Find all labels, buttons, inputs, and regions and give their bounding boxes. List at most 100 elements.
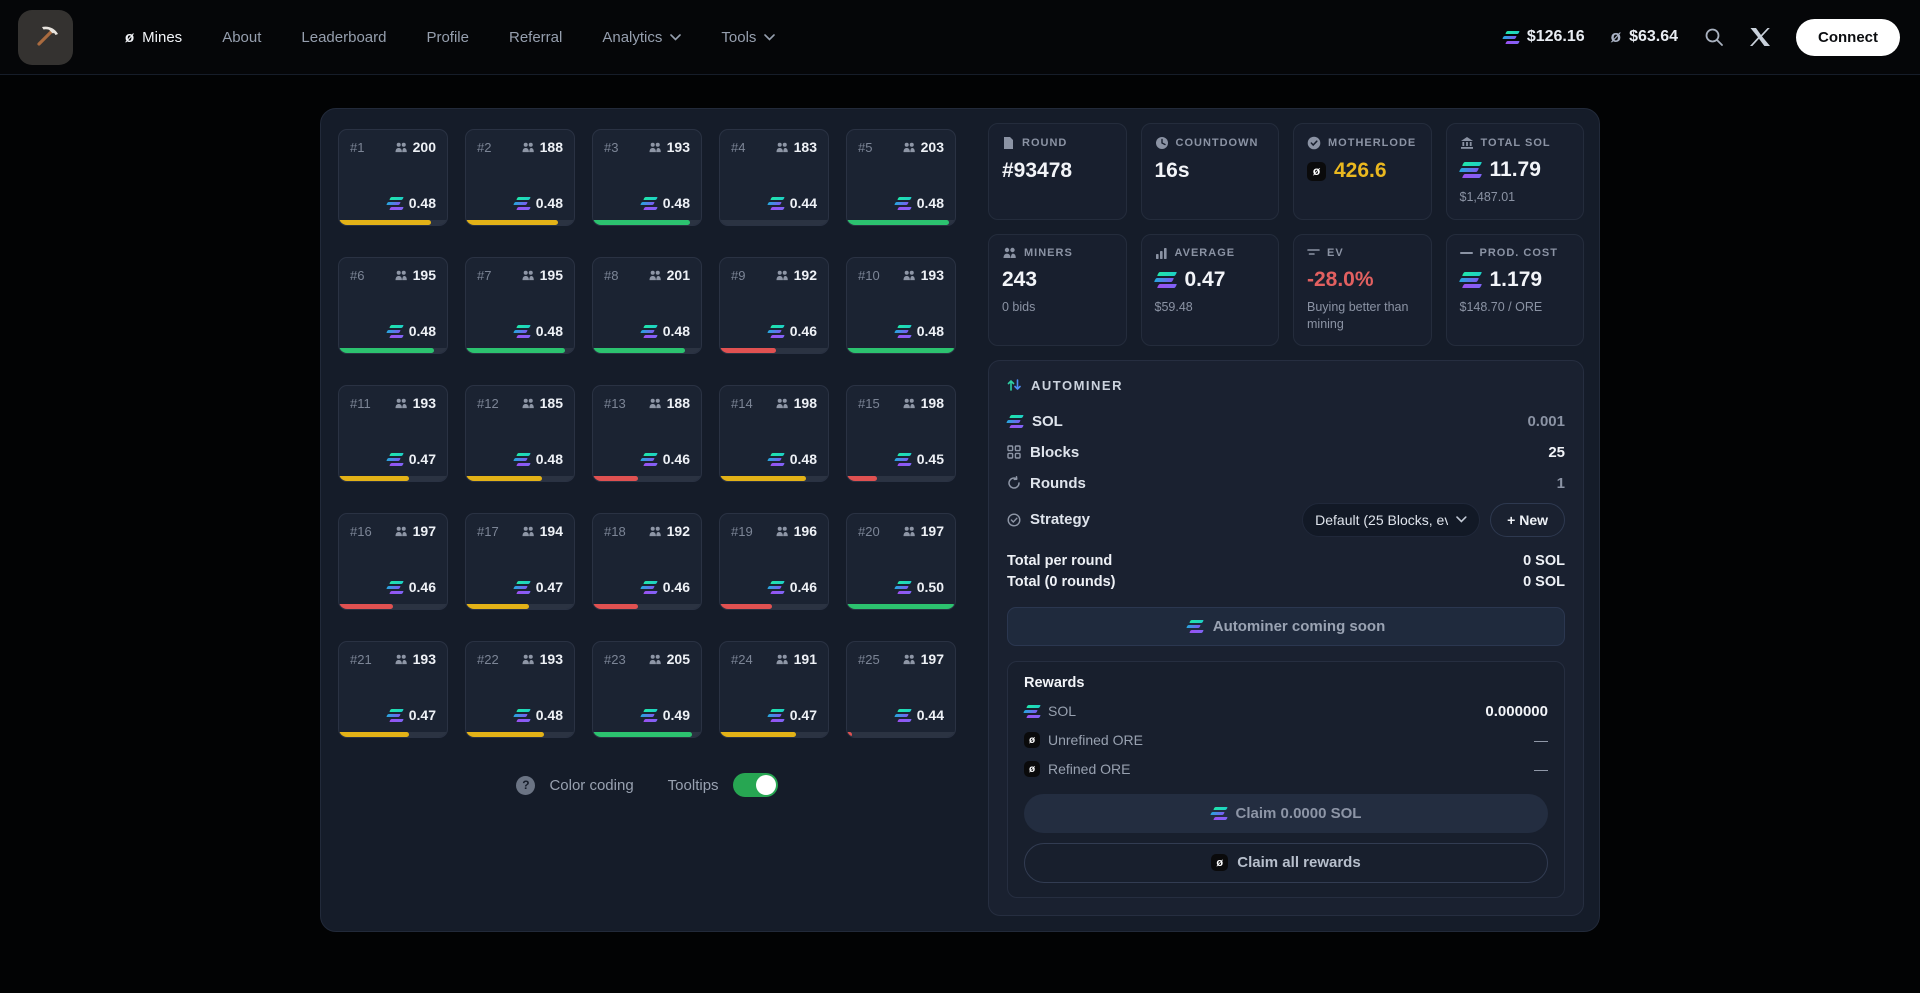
mine-card[interactable]: #241910.47 bbox=[719, 641, 829, 738]
people-icon bbox=[521, 654, 535, 665]
mine-id: #1 bbox=[350, 140, 364, 155]
mine-sol-value: 0.48 bbox=[514, 451, 563, 467]
solana-icon bbox=[387, 581, 403, 594]
mine-id: #19 bbox=[731, 524, 753, 539]
mine-card[interactable]: #12000.48 bbox=[338, 129, 448, 226]
mine-card[interactable]: #232050.49 bbox=[592, 641, 702, 738]
tooltips-label: Tooltips bbox=[668, 777, 719, 794]
people-icon bbox=[775, 526, 789, 537]
connect-button[interactable]: Connect bbox=[1796, 19, 1900, 56]
claim-all-rewards-button[interactable]: ø Claim all rewards bbox=[1024, 843, 1548, 883]
solana-icon bbox=[514, 581, 530, 594]
mine-id: #24 bbox=[731, 652, 753, 667]
mine-miners-count: 197 bbox=[902, 651, 944, 667]
document-icon bbox=[1002, 136, 1015, 150]
mine-id: #10 bbox=[858, 268, 880, 283]
stat-card-motherlode: MOTHERLODE ø 426.6 bbox=[1293, 123, 1432, 220]
tooltips-toggle[interactable] bbox=[733, 773, 778, 797]
mine-card[interactable]: #141980.48 bbox=[719, 385, 829, 482]
mine-card[interactable]: #121850.48 bbox=[465, 385, 575, 482]
autominer-blocks-value[interactable]: 25 bbox=[1548, 444, 1565, 461]
search-icon[interactable] bbox=[1704, 27, 1724, 47]
mine-card[interactable]: #111930.47 bbox=[338, 385, 448, 482]
mine-card[interactable]: #161970.46 bbox=[338, 513, 448, 610]
autominer-panel: AUTOMINER SOL 0.001 Blocks bbox=[988, 360, 1584, 916]
people-icon bbox=[648, 654, 662, 665]
autominer-blocks-row: Blocks 25 bbox=[1007, 437, 1565, 468]
mine-card[interactable]: #171940.47 bbox=[465, 513, 575, 610]
mine-card[interactable]: #91920.46 bbox=[719, 257, 829, 354]
new-strategy-button[interactable]: + New bbox=[1490, 503, 1565, 537]
people-icon bbox=[775, 654, 789, 665]
solana-icon bbox=[514, 197, 530, 210]
autominer-coming-soon-button[interactable]: Autominer coming soon bbox=[1007, 607, 1565, 646]
claim-sol-button[interactable]: Claim 0.0000 SOL bbox=[1024, 794, 1548, 833]
mine-card[interactable]: #71950.48 bbox=[465, 257, 575, 354]
nav-item-leaderboard[interactable]: Leaderboard bbox=[301, 29, 386, 46]
mine-card[interactable]: #191960.46 bbox=[719, 513, 829, 610]
people-icon bbox=[521, 270, 535, 281]
autominer-sol-value[interactable]: 0.001 bbox=[1527, 413, 1565, 430]
mine-sol-value: 0.46 bbox=[641, 579, 690, 595]
autominer-rounds-value[interactable]: 1 bbox=[1557, 475, 1565, 492]
mine-progress-bar bbox=[847, 348, 955, 353]
solana-icon bbox=[768, 709, 784, 722]
mine-id: #17 bbox=[477, 524, 499, 539]
nav-item-referral[interactable]: Referral bbox=[509, 29, 562, 46]
app-logo[interactable] bbox=[18, 10, 73, 65]
mine-id: #15 bbox=[858, 396, 880, 411]
mine-card[interactable]: #131880.46 bbox=[592, 385, 702, 482]
mine-id: #18 bbox=[604, 524, 626, 539]
people-icon bbox=[902, 398, 916, 409]
dash-icon bbox=[1460, 251, 1473, 255]
mine-id: #9 bbox=[731, 268, 745, 283]
stat-card-round: ROUND #93478 bbox=[988, 123, 1127, 220]
mine-card[interactable]: #52030.48 bbox=[846, 129, 956, 226]
mine-progress-bar bbox=[466, 348, 574, 353]
mine-card[interactable]: #41830.44 bbox=[719, 129, 829, 226]
autominer-sol-row: SOL 0.001 bbox=[1007, 406, 1565, 437]
mine-sol-value: 0.47 bbox=[514, 579, 563, 595]
mine-card[interactable]: #82010.48 bbox=[592, 257, 702, 354]
solana-icon bbox=[1503, 31, 1519, 44]
mine-progress-bar bbox=[593, 220, 701, 225]
solana-icon bbox=[768, 197, 784, 210]
x-twitter-icon[interactable] bbox=[1750, 28, 1770, 46]
nav-item-tools[interactable]: Tools bbox=[721, 29, 775, 46]
mine-card[interactable]: #221930.48 bbox=[465, 641, 575, 738]
mine-card[interactable]: #21880.48 bbox=[465, 129, 575, 226]
mine-card[interactable]: #211930.47 bbox=[338, 641, 448, 738]
strategy-dropdown[interactable]: Default (25 Blocks, ev bbox=[1302, 503, 1480, 537]
bank-icon bbox=[1460, 136, 1474, 149]
mine-miners-count: 196 bbox=[775, 523, 817, 539]
solana-icon bbox=[1024, 705, 1040, 718]
people-icon bbox=[1002, 247, 1017, 259]
nav-item-about[interactable]: About bbox=[222, 29, 261, 46]
mines-grid: #12000.48#21880.48#31930.48#41830.44#520… bbox=[338, 129, 956, 738]
mine-card[interactable]: #151980.45 bbox=[846, 385, 956, 482]
help-icon[interactable]: ? bbox=[516, 776, 535, 795]
people-icon bbox=[775, 142, 789, 153]
nav-item-analytics[interactable]: Analytics bbox=[602, 29, 681, 46]
mine-sol-value: 0.47 bbox=[768, 707, 817, 723]
mine-miners-count: 203 bbox=[902, 139, 944, 155]
mine-progress-bar bbox=[847, 476, 955, 481]
mine-progress-bar bbox=[593, 732, 701, 737]
stat-card-prod-cost: PROD. COST 1.179 $148.70 / ORE bbox=[1446, 234, 1585, 346]
mine-card[interactable]: #31930.48 bbox=[592, 129, 702, 226]
solana-icon bbox=[768, 453, 784, 466]
nav-item-mines[interactable]: ø Mines bbox=[125, 29, 182, 46]
total-per-round-row: Total per round 0 SOL bbox=[1007, 553, 1565, 574]
mine-progress-bar bbox=[339, 732, 447, 737]
mine-card[interactable]: #201970.50 bbox=[846, 513, 956, 610]
mine-card[interactable]: #251970.44 bbox=[846, 641, 956, 738]
mine-card[interactable]: #181920.46 bbox=[592, 513, 702, 610]
ore-icon: ø bbox=[1024, 732, 1040, 748]
mine-card[interactable]: #61950.48 bbox=[338, 257, 448, 354]
mine-card[interactable]: #101930.48 bbox=[846, 257, 956, 354]
nav-links: ø Mines About Leaderboard Profile Referr… bbox=[125, 29, 775, 46]
mine-miners-count: 193 bbox=[394, 395, 436, 411]
people-icon bbox=[648, 526, 662, 537]
mine-progress-bar bbox=[466, 220, 574, 225]
nav-item-profile[interactable]: Profile bbox=[426, 29, 469, 46]
